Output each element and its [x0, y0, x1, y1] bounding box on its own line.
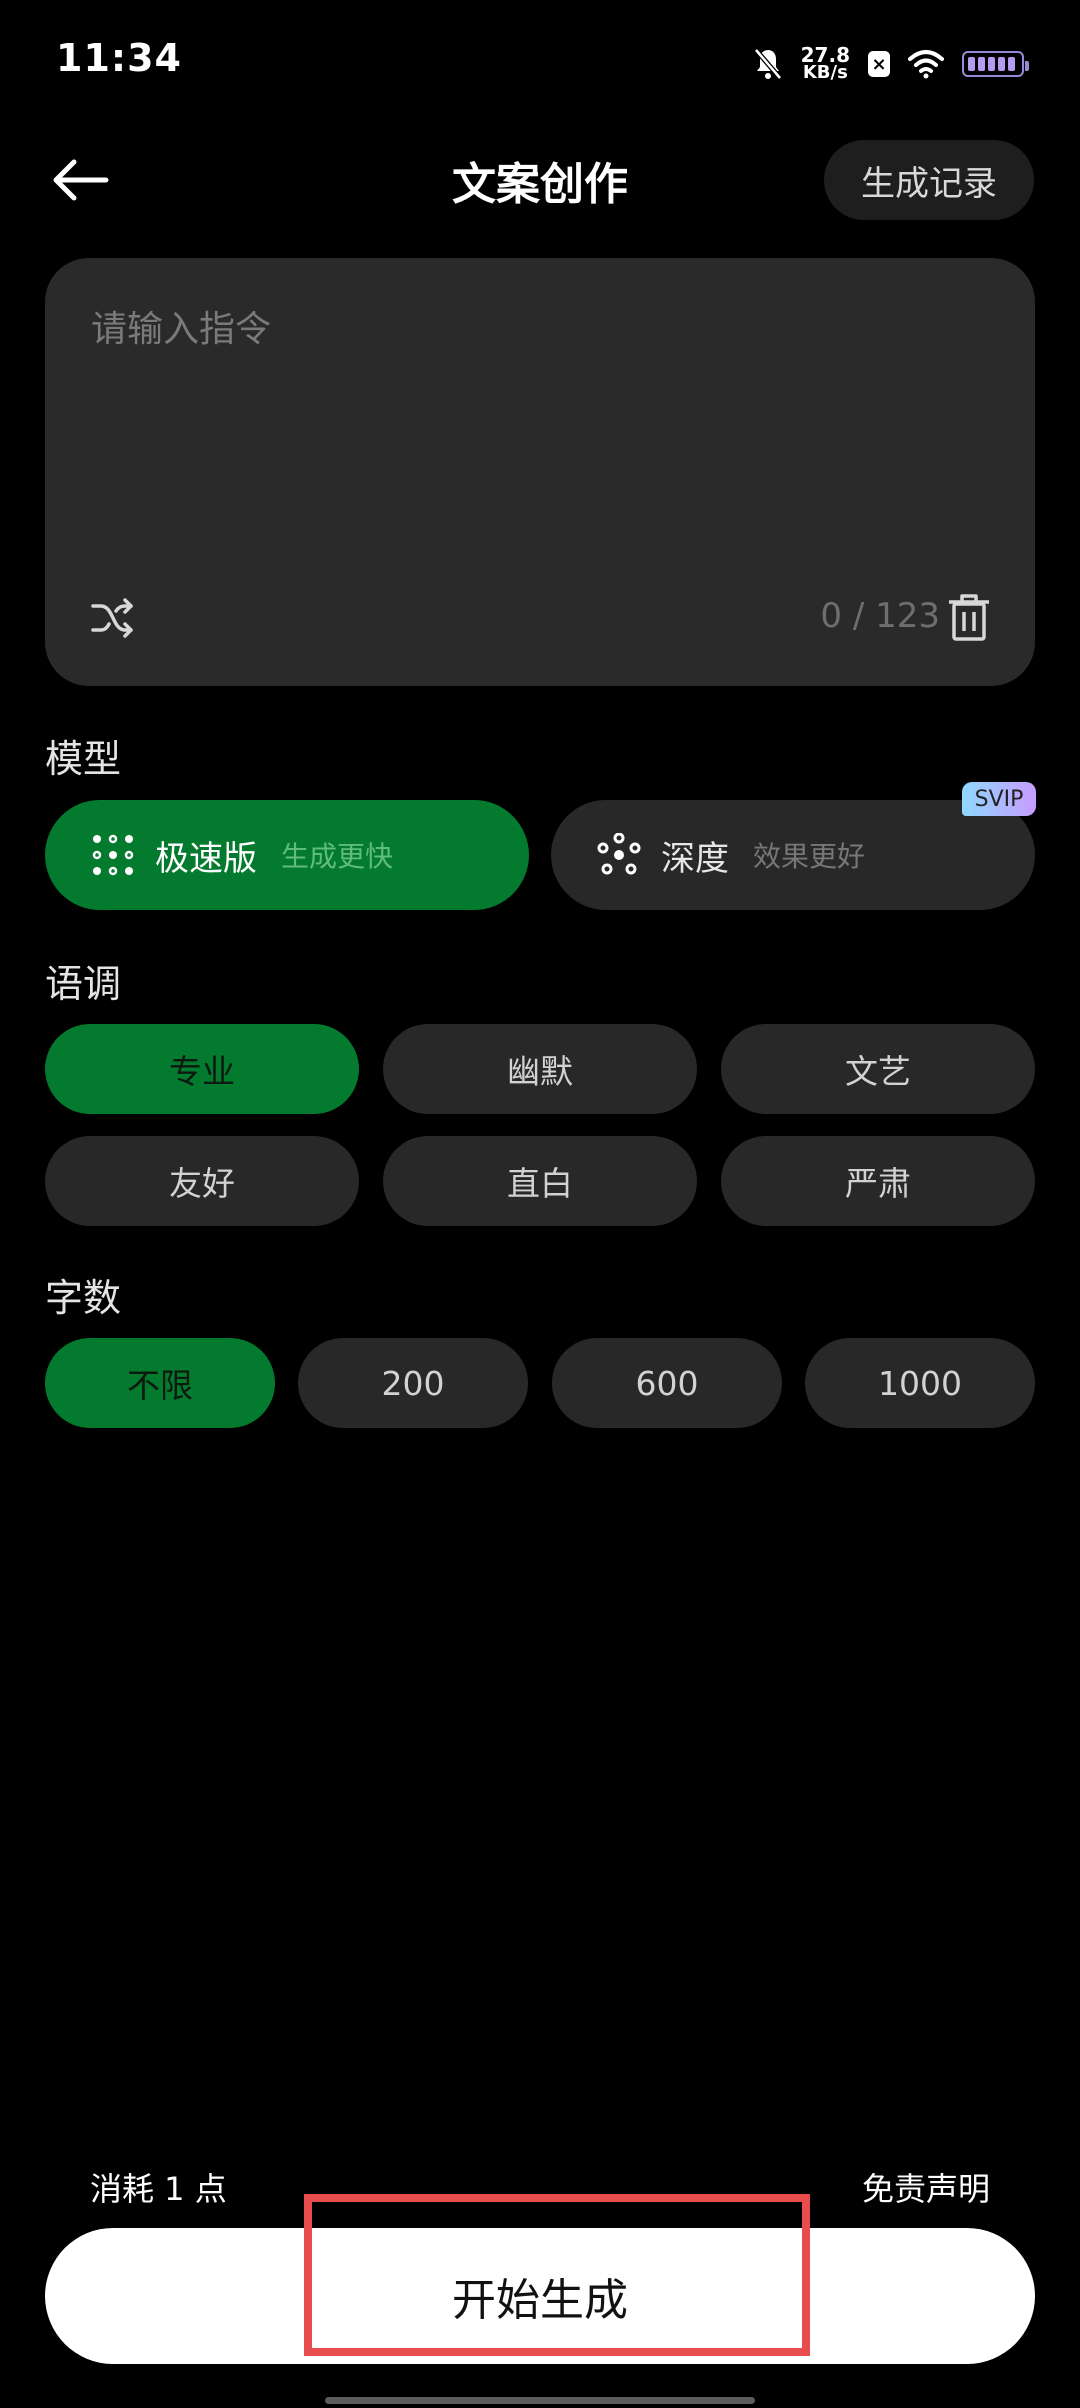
net-speed: 27.8 KB/s	[801, 45, 850, 83]
generate-button[interactable]: 开始生成	[45, 2228, 1035, 2364]
word-count-unlimited[interactable]: 不限	[45, 1338, 275, 1428]
status-time: 11:34	[56, 36, 182, 80]
sim-x-icon: ×	[868, 51, 890, 77]
status-icons: 27.8 KB/s ×	[753, 42, 1029, 86]
model-fast-name: 极速版	[155, 838, 257, 879]
model-option-deep[interactable]: 深度 效果更好	[551, 800, 1035, 910]
net-speed-unit: KB/s	[802, 62, 848, 83]
model-section-label: 模型	[45, 737, 122, 781]
tone-option-serious[interactable]: 严肃	[721, 1136, 1035, 1226]
tone-option-humor[interactable]: 幽默	[383, 1024, 697, 1114]
word-count-600[interactable]: 600	[552, 1338, 782, 1428]
bell-muted-icon	[753, 48, 782, 80]
battery-icon	[962, 51, 1029, 77]
disclaimer-link[interactable]: 免责声明	[862, 2164, 990, 2210]
trash-icon[interactable]	[945, 592, 993, 642]
shuffle-icon[interactable]	[89, 594, 135, 640]
prompt-card: 0 / 123	[45, 258, 1035, 686]
model-deep-name: 深度	[661, 838, 729, 879]
wifi-icon	[908, 50, 944, 79]
tone-option-direct[interactable]: 直白	[383, 1136, 697, 1226]
word-count-section-label: 字数	[45, 1276, 122, 1320]
char-count: 0 / 123	[820, 596, 940, 636]
model-fast-desc: 生成更快	[281, 840, 394, 873]
word-count-200[interactable]: 200	[298, 1338, 528, 1428]
tone-option-friendly[interactable]: 友好	[45, 1136, 359, 1226]
home-indicator	[325, 2397, 755, 2404]
network-icon	[597, 833, 641, 875]
word-count-1000[interactable]: 1000	[805, 1338, 1035, 1428]
grid-dots-icon	[92, 834, 134, 876]
tone-option-literary[interactable]: 文艺	[721, 1024, 1035, 1114]
prompt-input[interactable]	[89, 298, 993, 552]
cost-label: 消耗 1 点	[90, 2170, 227, 2208]
tone-section-label: 语调	[45, 962, 122, 1006]
tone-option-professional[interactable]: 专业	[45, 1024, 359, 1114]
svip-badge: SVIP	[962, 782, 1036, 816]
history-button[interactable]: 生成记录	[824, 140, 1034, 220]
model-deep-desc: 效果更好	[753, 840, 866, 873]
model-option-fast[interactable]: 极速版 生成更快	[45, 800, 529, 910]
